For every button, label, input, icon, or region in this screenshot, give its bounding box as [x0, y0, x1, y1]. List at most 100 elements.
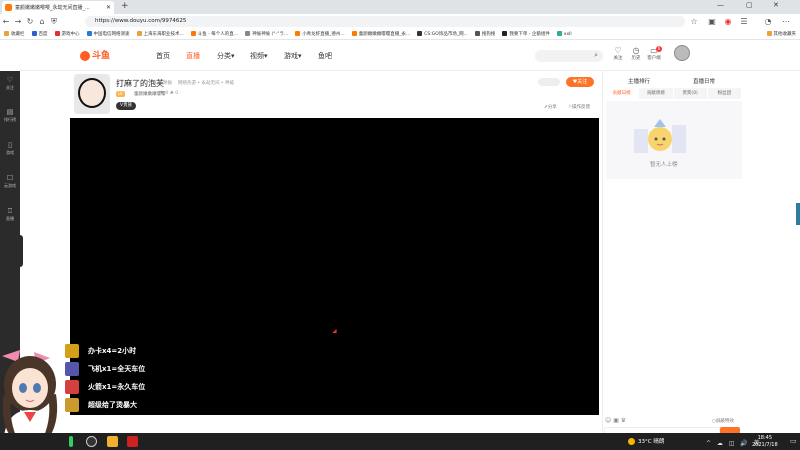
new-tab-button[interactable]: +	[121, 1, 129, 11]
minimize-button[interactable]: —	[717, 1, 724, 9]
windows-taskbar	[0, 433, 800, 450]
rank-subtabs: 贡献日榜 贡献周榜 贵宾(0) 粉丝团	[605, 88, 742, 99]
bookmark-item[interactable]: 游戏中心	[54, 31, 80, 37]
bookmark-item[interactable]: xxll	[556, 31, 572, 37]
game-app-icon[interactable]	[127, 436, 138, 447]
page-icon	[502, 31, 508, 36]
share-button[interactable]: ⇗分享	[544, 104, 557, 110]
block-effects-toggle[interactable]: ○屏蔽特效	[712, 418, 734, 424]
nav-game[interactable]: 游戏▾	[284, 51, 302, 61]
user-avatar[interactable]	[674, 45, 690, 61]
search-input[interactable]: ⌕	[535, 50, 603, 62]
vtuber-overlay-image	[2, 350, 58, 436]
follow-header-button[interactable]: ♡ 关注	[608, 46, 628, 61]
sidebar-collapse-handle[interactable]	[15, 235, 23, 267]
subtab-fan-club[interactable]: 粉丝团	[707, 88, 742, 99]
report-link[interactable]: 举报	[163, 80, 172, 86]
emoji-icon[interactable]: ☺	[605, 417, 611, 424]
extension-icon[interactable]: ▣	[706, 17, 718, 26]
close-window-button[interactable]: ✕	[773, 1, 779, 9]
game-center-icon	[54, 31, 60, 36]
room-category[interactable]: 网络热游 • 永劫无间 • 神威	[178, 80, 234, 86]
douyu-icon	[295, 31, 301, 36]
bookmark-item[interactable]: 斗鱼 - 每个人的直...	[190, 31, 238, 37]
gift-text: 火箭x1=永久车位	[88, 383, 146, 391]
bookmark-item[interactable]: 小青龙虾直播_德州...	[295, 31, 345, 37]
app-strip-icon[interactable]	[69, 436, 73, 447]
bookmark-item[interactable]: 我要下单 - 企鹅组件	[502, 31, 550, 37]
collections-icon[interactable]: ☰	[738, 17, 750, 26]
sidebar-item-live[interactable]: ♖ 直播	[0, 207, 20, 222]
gift-text: 超级给了烫暴大	[88, 401, 137, 409]
tab-streamer-rank[interactable]: 主播排行	[628, 77, 650, 85]
more-menu-icon[interactable]: ⋯	[780, 17, 792, 26]
douyu-logo[interactable]: 斗鱼	[80, 48, 120, 64]
feedback-button[interactable]: ⚐操作反馈	[568, 104, 590, 110]
subtab-day-rank[interactable]: 贡献日榜	[605, 88, 640, 99]
clock-date: 2021/7/18	[752, 442, 778, 448]
taskbar-clock[interactable]: 18:45 2021/7/18	[752, 435, 778, 449]
bookmark-item[interactable]: 中国电信网络测速	[86, 31, 130, 37]
crown-icon[interactable]: ♛	[621, 417, 626, 424]
bookmark-item[interactable]: 搜狗搜	[474, 31, 495, 37]
bookmark-item[interactable]: 童颜嫩嫩嫩嘤嘤直播_永...	[351, 31, 410, 37]
maximize-button[interactable]: ▢	[746, 1, 753, 9]
file-explorer-icon[interactable]	[107, 436, 118, 447]
star-icon[interactable]: ☆	[688, 17, 700, 26]
sidebar-item-ranking[interactable]: ▤ 排行榜	[0, 108, 20, 123]
noble-badge[interactable]: V贵族	[116, 102, 137, 110]
bookmark-item[interactable]: CS:GO饰品市场_网...	[417, 31, 468, 37]
bookmark-item[interactable]: 收藏栏	[4, 31, 25, 37]
gift-text: 办卡x4=2小时	[88, 347, 137, 355]
notification-badge: 6	[656, 46, 662, 52]
nav-home[interactable]: 首页	[156, 51, 170, 61]
dropdown-icon: ▾	[298, 52, 302, 60]
video-player[interactable]	[70, 118, 599, 415]
nav-yuba[interactable]: 鱼吧	[318, 51, 332, 61]
subtab-vip[interactable]: 贵宾(0)	[673, 88, 708, 99]
nav-category[interactable]: 分类▾	[217, 51, 235, 61]
bookmark-item[interactable]: 上海东海职业技术...	[136, 31, 184, 37]
follow-button[interactable]: ♥关注	[566, 77, 594, 87]
profile-icon[interactable]: ◔	[762, 17, 774, 26]
cloud-game-icon: ☐	[6, 174, 14, 182]
back-icon[interactable]: ←	[0, 17, 12, 26]
other-bookmarks[interactable]: 其他收藏夹	[766, 29, 796, 40]
room-title: 打麻了的泡芙	[116, 79, 164, 88]
douyu-favicon-icon	[5, 4, 12, 11]
sidebar-item-follow[interactable]: ♡ 关注	[0, 76, 20, 91]
url-field[interactable]: https://www.douyu.com/9974625	[85, 16, 685, 27]
tab-title: 童颜嫩嫩嫩嘤嘤_永劫无间直播_...	[15, 5, 90, 11]
notifications-icon[interactable]: ▭	[790, 437, 797, 445]
page-icon	[556, 31, 562, 36]
page-scrollbar[interactable]	[796, 203, 800, 225]
weather-text[interactable]: 33°C 晴朗	[638, 437, 664, 445]
image-icon[interactable]: ▣	[613, 417, 619, 424]
baidu-icon	[31, 31, 37, 36]
home-icon[interactable]: ⌂	[36, 17, 48, 26]
history-header-button[interactable]: ◷ 历史	[626, 46, 646, 61]
bookmark-item[interactable]: 神偷神偷 (°-°ラ...	[245, 31, 288, 37]
notify-toggle[interactable]	[538, 78, 560, 86]
bookmark-item[interactable]: 百度	[31, 31, 48, 37]
search-taskbar-icon[interactable]	[86, 436, 97, 447]
nav-live[interactable]: 直播	[186, 51, 200, 61]
streamer-avatar[interactable]	[74, 74, 110, 114]
forward-icon[interactable]: →	[12, 17, 24, 26]
tab-live-daily[interactable]: 直播日常	[693, 77, 715, 85]
sidebar-item-game[interactable]: ▯ 游戏	[0, 141, 20, 156]
reload-icon[interactable]: ↻	[24, 17, 36, 26]
search-icon[interactable]: ⌕	[594, 51, 598, 60]
douyu-icon	[190, 31, 196, 36]
bookmarks-bar: 收藏栏 百度 游戏中心 中国电信网络测速 上海东海职业技术... 斗鱼 - 每个…	[0, 29, 800, 40]
close-tab-icon[interactable]: ✕	[106, 4, 111, 11]
gift-text: 飞机x1=全天车位	[88, 365, 146, 373]
nav-video[interactable]: 视频▾	[250, 51, 268, 61]
fish-logo-icon	[80, 50, 90, 61]
subtab-week-rank[interactable]: 贡献周榜	[639, 88, 674, 99]
browser-tab[interactable]: 童颜嫩嫩嫩嘤嘤_永劫无间直播_... ✕	[2, 1, 114, 14]
shield-icon[interactable]: ⛨	[48, 17, 60, 27]
opera-icon[interactable]: ◉	[722, 17, 734, 26]
sidebar-item-cloud-game[interactable]: ☐ 云游戏	[0, 174, 20, 189]
heart-icon: ♡	[6, 76, 14, 84]
